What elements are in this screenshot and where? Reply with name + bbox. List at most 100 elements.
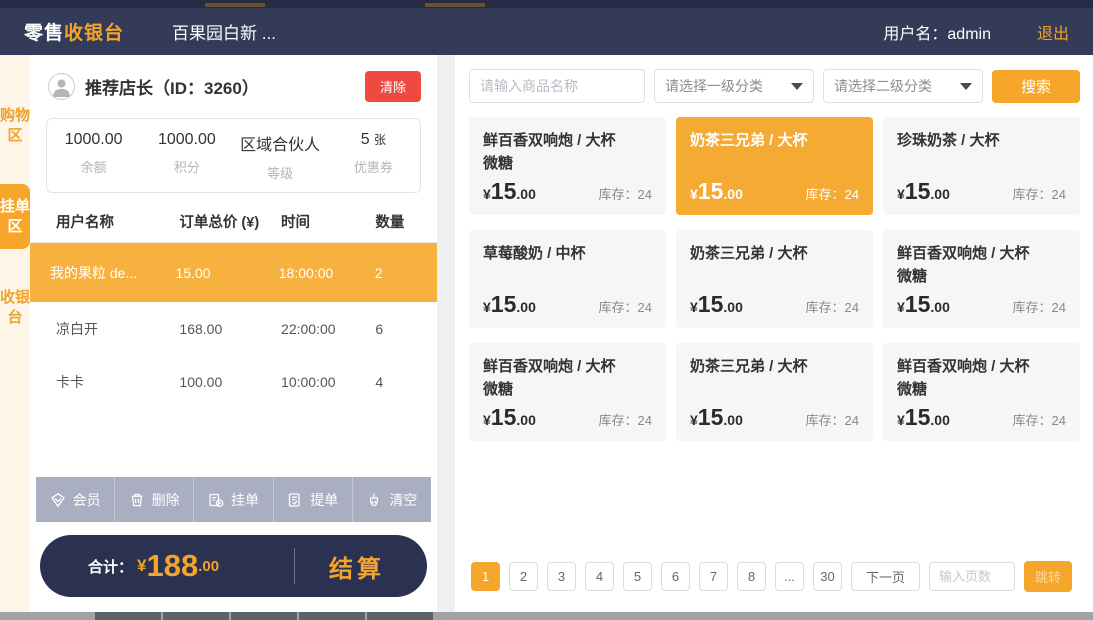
app-brand: 零售收银台	[24, 18, 124, 45]
main-area: 购物区 挂单区 收银台 推荐店长（ID：3260） 清除 1000.00 余额 …	[0, 55, 1093, 612]
broom-icon	[366, 492, 382, 508]
stat-value: 区域合伙人	[234, 131, 327, 155]
checkout-button[interactable]: 结算	[295, 549, 419, 584]
table-header: 用户名称 订单总价 (¥) 时间 数量	[30, 201, 437, 243]
held-orders-table: 用户名称 订单总价 (¥) 时间 数量 我的果粒 de... 15.00 18:…	[30, 201, 437, 408]
page-ellipsis[interactable]: ...	[775, 562, 804, 591]
stat-coupons: 5 张 优惠券	[327, 131, 420, 182]
cell-total: 15.00	[175, 265, 278, 281]
currency-symbol: ¥	[137, 556, 146, 576]
product-name: 珍珠奶茶 / 大杯	[897, 129, 1066, 153]
taskbar-segment	[163, 612, 229, 620]
select-placeholder: 请选择二级分类	[834, 76, 932, 96]
cell-time: 22:00:00	[281, 321, 375, 337]
price-decimals: .00	[516, 412, 535, 428]
product-card[interactable]: 珍珠奶茶 / 大杯 ¥15.00 库存：24	[883, 117, 1080, 215]
product-card[interactable]: 奶茶三兄弟 / 大杯 ¥15.00 库存：24	[676, 117, 873, 215]
table-row[interactable]: 卡卡 100.00 10:00:00 4	[30, 355, 437, 408]
clear-member-button[interactable]: 清除	[365, 71, 421, 102]
page-button[interactable]: 6	[661, 562, 690, 591]
page-button[interactable]: 7	[699, 562, 728, 591]
hold-order-button[interactable]: 挂单	[193, 477, 272, 522]
tab-cashier-zone[interactable]: 收银台	[0, 275, 30, 340]
tab-label: 购物区	[0, 107, 30, 144]
jump-button[interactable]: 跳转	[1024, 561, 1072, 592]
cell-user: 卡卡	[56, 372, 179, 392]
search-button[interactable]: 搜索	[992, 70, 1080, 103]
next-page-button[interactable]: 下一页	[851, 562, 920, 591]
product-name: 奶茶三兄弟 / 大杯	[690, 355, 859, 379]
total-amount: 188	[146, 548, 198, 584]
price-row: ¥15.00 库存：24	[483, 178, 652, 205]
stock-info: 库存：24	[1013, 410, 1066, 429]
delete-button[interactable]: 删除	[114, 477, 193, 522]
product-card[interactable]: 鲜百香双响炮 / 大杯 微糖 ¥15.00 库存：24	[883, 230, 1080, 328]
action-label: 会员	[73, 490, 101, 510]
member-button[interactable]: 会员	[36, 477, 114, 522]
category1-select[interactable]: 请选择一级分类	[654, 69, 814, 103]
top-navbar: 零售收银台 百果园白新 ... 用户名：admin 退出	[0, 8, 1093, 55]
tab-label: 收银台	[0, 289, 30, 326]
price-decimals: .00	[516, 186, 535, 202]
stat-balance: 1000.00 余额	[47, 131, 140, 182]
stock-info: 库存：24	[599, 184, 652, 203]
tab-label: 挂单区	[0, 198, 30, 235]
store-name[interactable]: 百果园白新 ...	[172, 19, 276, 44]
stat-value: 5 张	[327, 131, 420, 149]
pick-order-icon	[287, 492, 303, 508]
product-card[interactable]: 草莓酸奶 / 中杯 ¥15.00 库存：24	[469, 230, 666, 328]
table-row[interactable]: 凉白开 168.00 22:00:00 6	[30, 302, 437, 355]
page-number-input[interactable]	[929, 562, 1015, 591]
currency-symbol: ¥	[690, 412, 698, 428]
category2-select[interactable]: 请选择二级分类	[823, 69, 983, 103]
page-button[interactable]: 8	[737, 562, 766, 591]
currency-symbol: ¥	[690, 186, 698, 202]
cell-user: 凉白开	[56, 319, 179, 339]
cell-total: 100.00	[179, 374, 281, 390]
table-row[interactable]: 我的果粒 de... 15.00 18:00:00 2	[30, 243, 437, 302]
price-decimals: .00	[723, 412, 742, 428]
product-card[interactable]: 鲜百香双响炮 / 大杯 微糖 ¥15.00 库存：24	[469, 117, 666, 215]
currency-symbol: ¥	[483, 412, 491, 428]
col-header-total: 订单总价 (¥)	[179, 211, 281, 232]
product-name: 鲜百香双响炮 / 大杯	[483, 355, 652, 379]
cell-time: 18:00:00	[279, 265, 375, 281]
logout-button[interactable]: 退出	[1037, 20, 1069, 44]
clear-all-button[interactable]: 清空	[352, 477, 431, 522]
stock-info: 库存：24	[1013, 184, 1066, 203]
stock-info: 库存：24	[806, 410, 859, 429]
tab-held-orders-zone[interactable]: 挂单区	[0, 184, 30, 249]
stock-info: 库存：24	[1013, 297, 1066, 316]
price-decimals: .00	[930, 299, 949, 315]
page-button[interactable]: 3	[547, 562, 576, 591]
taskbar-segment	[231, 612, 297, 620]
product-name: 鲜百香双响炮 / 大杯	[897, 355, 1066, 379]
product-card[interactable]: 奶茶三兄弟 / 大杯 ¥15.00 库存：24	[676, 343, 873, 441]
product-card[interactable]: 鲜百香双响炮 / 大杯 微糖 ¥15.00 库存：24	[883, 343, 1080, 441]
screen-edge-artifact	[205, 3, 265, 7]
product-panel: 请选择一级分类 请选择二级分类 搜索 鲜百香双响炮 / 大杯 微糖 ¥15.00…	[455, 55, 1093, 612]
price: 15	[905, 291, 931, 318]
product-search-input[interactable]	[469, 69, 645, 103]
price-decimals: .00	[930, 186, 949, 202]
chevron-down-icon	[960, 83, 972, 90]
page-button[interactable]: 1	[471, 562, 500, 591]
price: 15	[698, 178, 724, 205]
cell-total: 168.00	[179, 321, 281, 337]
page-button[interactable]: 5	[623, 562, 652, 591]
screen-top-artifact	[0, 0, 1093, 8]
page-button[interactable]: 4	[585, 562, 614, 591]
pick-order-button[interactable]: 提单	[273, 477, 352, 522]
tab-shopping-zone[interactable]: 购物区	[0, 93, 30, 158]
price-decimals: .00	[930, 412, 949, 428]
total-label: 合计：	[88, 556, 133, 577]
product-card[interactable]: 奶茶三兄弟 / 大杯 ¥15.00 库存：24	[676, 230, 873, 328]
stat-label: 等级	[234, 163, 327, 182]
page-button[interactable]: 30	[813, 562, 842, 591]
price: 15	[905, 178, 931, 205]
price-decimals: .00	[516, 299, 535, 315]
member-name: 推荐店长（ID：3260）	[85, 74, 259, 99]
cell-user: 我的果粒 de...	[50, 263, 175, 283]
page-button[interactable]: 2	[509, 562, 538, 591]
product-card[interactable]: 鲜百香双响炮 / 大杯 微糖 ¥15.00 库存：24	[469, 343, 666, 441]
